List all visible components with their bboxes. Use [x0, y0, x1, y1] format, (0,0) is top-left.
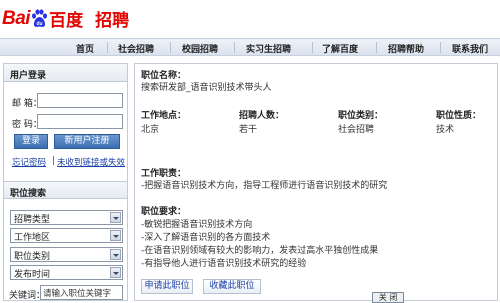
logo-bai-text: Bai [2, 7, 31, 29]
job-detail-panel: 职位名称： 搜索研发部_语音识别技术带头人 工作地点： 北京 招聘人数： 若干 … [134, 63, 498, 301]
nav-item-contact-us[interactable]: 联系我们 [452, 42, 488, 55]
logo-recruitment-text: 招聘 [95, 11, 130, 31]
work-region-value: 工作地区 [14, 233, 51, 243]
password-input[interactable] [37, 114, 123, 129]
register-button[interactable]: 新用户注册 [54, 134, 120, 149]
job-nature-value: 技术 [436, 125, 455, 135]
publish-time-select[interactable]: 发布时间 [10, 265, 123, 280]
nav-divider [107, 42, 108, 53]
requirement-item: -有指导他人进行语音识别技术研究的经验 [141, 259, 307, 269]
headcount-label: 招聘人数： [239, 111, 285, 121]
mailbox-input[interactable] [37, 93, 123, 108]
publish-time-value: 发布时间 [14, 270, 51, 280]
link-separator: | [52, 156, 55, 166]
job-search-title: 职位搜索 [4, 181, 127, 199]
recruitment-type-value: 招聘类型 [14, 215, 51, 225]
chevron-down-icon [110, 212, 121, 223]
baidu-logo[interactable]: Bai du 百度 招聘 [2, 6, 130, 32]
nav-divider [234, 42, 235, 53]
nav-item-about-baidu[interactable]: 了解百度 [322, 42, 358, 55]
no-activation-link[interactable]: 未收到链接或失效 [57, 156, 125, 168]
duty-item: -把握语音识别技术方向，指导工程师进行语音识别技术的研究 [141, 181, 388, 191]
nav-item-intern-recruitment[interactable]: 实习生招聘 [246, 42, 291, 55]
nav-divider [376, 42, 377, 53]
requirement-item: -深入了解语音识别的各方面技术 [141, 233, 271, 243]
job-category-select[interactable]: 职位类别 [10, 247, 123, 262]
work-region-select[interactable]: 工作地区 [10, 228, 123, 243]
nav-item-recruitment-help[interactable]: 招聘帮助 [388, 42, 424, 55]
category-value: 社会招聘 [338, 125, 375, 135]
chevron-down-icon [110, 249, 121, 260]
close-button[interactable]: 关 闭 [372, 292, 404, 303]
recruitment-type-select[interactable]: 招聘类型 [10, 210, 123, 225]
login-panel-title: 用户登录 [4, 64, 127, 82]
apply-job-button[interactable]: 申请此职位 [141, 279, 193, 294]
location-value: 北京 [141, 125, 160, 135]
svg-text:du: du [37, 21, 43, 27]
nav-item-campus-recruitment[interactable]: 校园招聘 [182, 42, 218, 55]
job-nature-label: 职位性质： [436, 111, 482, 121]
keyword-input[interactable]: 请输入职位关键字 [40, 285, 123, 300]
page-header: Bai du 百度 招聘 [0, 0, 500, 38]
nav-item-social-recruitment[interactable]: 社会招聘 [118, 42, 154, 55]
logo-baidu-chinese: 百度 [49, 11, 84, 31]
login-button[interactable]: 登录 [14, 134, 48, 149]
main-nav: 首页 社会招聘 校园招聘 实习生招聘 了解百度 招聘帮助 联系我们 [0, 38, 500, 56]
job-name-value: 搜索研发部_语音识别技术带头人 [141, 83, 272, 93]
nav-divider [170, 42, 171, 53]
location-label: 工作地点： [141, 111, 187, 121]
requirement-item: -在语音识别领域有较大的影响力，发表过高水平独创性成果 [141, 246, 379, 256]
chevron-down-icon [110, 267, 121, 278]
sidebar: 用户登录 邮 箱： 密 码： 登录 新用户注册 忘记密码 | 未收到链接或失效 … [3, 63, 128, 301]
requirement-item: -敏锐把握语音识别技术方向 [141, 220, 253, 230]
chevron-down-icon [110, 230, 121, 241]
nav-divider [440, 42, 441, 53]
nav-item-home[interactable]: 首页 [76, 42, 94, 55]
headcount-value: 若干 [239, 125, 258, 135]
forgot-password-link[interactable]: 忘记密码 [12, 156, 46, 168]
nav-divider [312, 42, 313, 53]
category-label: 职位类别： [338, 111, 384, 121]
favorite-job-button[interactable]: 收藏此职位 [203, 279, 261, 294]
requirements-label: 职位要求： [141, 207, 187, 217]
job-category-value: 职位类别 [14, 252, 51, 262]
baidu-paw-icon: du [32, 9, 48, 27]
